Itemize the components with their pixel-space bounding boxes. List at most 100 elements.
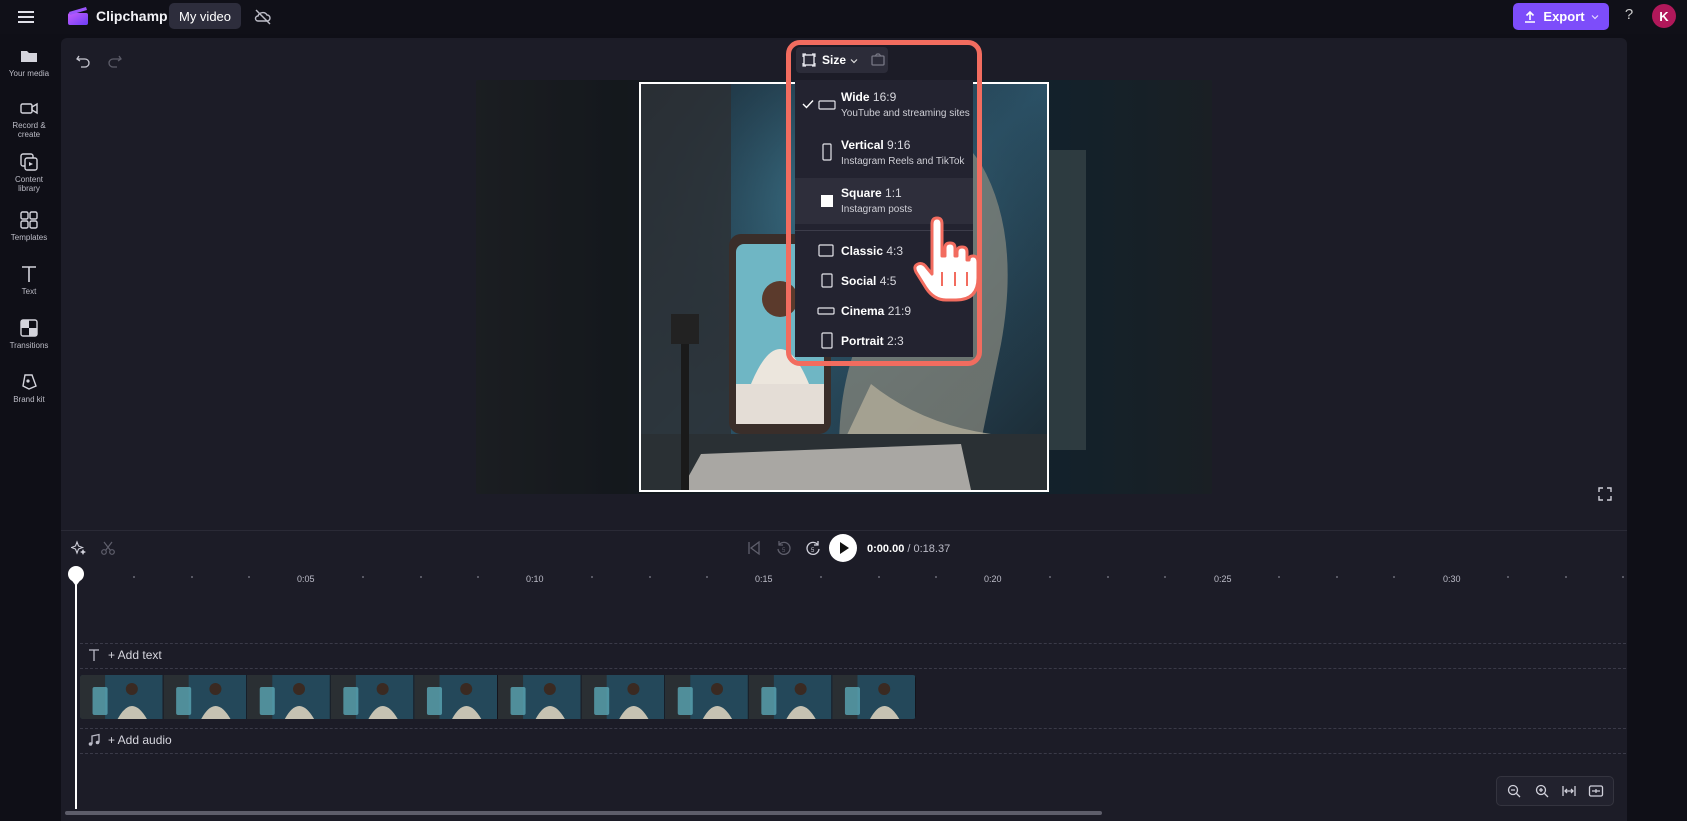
sidebar-item-label: Record & create xyxy=(12,121,46,139)
fit-timeline-icon[interactable] xyxy=(1561,783,1577,799)
clip-thumbnail xyxy=(330,675,415,719)
ruler-tick xyxy=(1621,576,1624,578)
fullscreen-button[interactable] xyxy=(1597,486,1613,502)
skip-back-icon xyxy=(748,540,760,556)
camera-icon xyxy=(20,102,38,115)
forward-5-icon: 5 xyxy=(806,541,820,555)
svg-text:5: 5 xyxy=(782,548,786,554)
ruler-tick xyxy=(419,576,422,578)
ruler-tick xyxy=(648,576,651,578)
ruler-label: 0:10 xyxy=(526,574,544,584)
sidebar-item-label: Text xyxy=(21,287,37,296)
sidebar-item-brand-kit[interactable]: Brand kit xyxy=(0,372,58,404)
forward-5s-button[interactable]: 5 xyxy=(804,539,822,557)
left-sidebar: Your media Record & create Content libra… xyxy=(0,34,58,821)
sidebar-item-your-media[interactable]: Your media xyxy=(0,46,58,78)
sparkle-icon xyxy=(71,540,86,555)
export-label: Export xyxy=(1543,9,1585,24)
redo-button[interactable] xyxy=(106,51,124,69)
ai-magic-button[interactable] xyxy=(71,540,87,556)
add-text-button[interactable]: + Add text xyxy=(108,648,162,662)
sidebar-item-label: Your media xyxy=(8,69,50,78)
redo-icon xyxy=(108,55,122,68)
ruler-tick xyxy=(1106,576,1109,578)
audio-track[interactable] xyxy=(80,728,1626,754)
ruler-tick xyxy=(877,576,880,578)
clip-thumbnail xyxy=(80,675,164,719)
library-icon xyxy=(20,153,38,171)
sidebar-item-label: Transitions xyxy=(9,341,49,350)
ruler-tick xyxy=(190,576,193,578)
project-title[interactable]: My video xyxy=(169,3,241,29)
sidebar-item-label: Brand kit xyxy=(13,395,45,404)
transitions-icon xyxy=(20,319,38,337)
ruler-label: 0:25 xyxy=(1214,574,1232,584)
ruler-tick xyxy=(934,576,937,578)
ruler-label: 0:30 xyxy=(1443,574,1461,584)
sidebar-item-record-create[interactable]: Record & create xyxy=(0,98,58,139)
text-track-icon xyxy=(87,648,101,662)
time-display: 0:00.00 / 0:18.37 xyxy=(867,543,951,555)
add-audio-button[interactable]: + Add audio xyxy=(108,733,172,747)
upload-icon xyxy=(1525,10,1536,23)
sidebar-item-content-library[interactable]: Content library xyxy=(0,152,58,193)
scissors-icon xyxy=(101,541,115,555)
skip-to-start-button[interactable] xyxy=(746,540,762,556)
split-button[interactable] xyxy=(100,540,116,556)
play-button[interactable] xyxy=(829,534,857,562)
ruler-tick xyxy=(705,576,708,578)
timeline-scrollbar[interactable] xyxy=(65,811,1102,815)
avatar[interactable]: K xyxy=(1652,4,1676,28)
hand-pointer-icon xyxy=(912,216,980,304)
highlight-outline xyxy=(786,40,982,366)
export-button[interactable]: Export xyxy=(1513,3,1609,30)
clip-thumbnail xyxy=(414,675,498,719)
ruler-tick xyxy=(476,576,479,578)
ruler-tick xyxy=(1564,576,1567,578)
timeline-divider xyxy=(61,530,1627,531)
clip-thumbnail xyxy=(498,675,582,719)
rewind-5s-button[interactable]: 5 xyxy=(775,539,793,557)
text-track[interactable] xyxy=(80,643,1626,669)
sidebar-item-templates[interactable]: Templates xyxy=(0,210,58,242)
ruler-label: 0:05 xyxy=(297,574,315,584)
hamburger-menu-icon[interactable] xyxy=(14,6,38,28)
app-name: Clipchamp xyxy=(96,8,168,24)
undo-button[interactable] xyxy=(74,51,92,69)
clipchamp-logo-icon xyxy=(66,5,90,27)
rewind-5-icon: 5 xyxy=(777,541,791,555)
video-clip[interactable] xyxy=(80,675,916,719)
timeline-zoom-controls xyxy=(1496,776,1614,806)
playhead[interactable] xyxy=(75,567,77,809)
clip-thumbnail xyxy=(247,675,331,719)
sidebar-item-text[interactable]: Text xyxy=(0,264,58,296)
text-icon xyxy=(22,266,36,282)
zoom-in-icon[interactable] xyxy=(1534,783,1550,799)
svg-text:5: 5 xyxy=(811,548,815,554)
play-icon xyxy=(840,542,849,554)
clip-thumbnail xyxy=(832,675,916,719)
ruler-tick xyxy=(247,576,250,578)
folder-icon xyxy=(21,51,37,62)
templates-icon xyxy=(20,211,38,229)
top-bar: Clipchamp My video Export ? K xyxy=(0,0,1687,34)
current-time: 0:00.00 xyxy=(867,543,905,555)
sidebar-item-label: Templates xyxy=(10,233,48,242)
total-time: 0:18.37 xyxy=(913,543,951,555)
sidebar-item-label: Content library xyxy=(14,175,44,193)
undo-icon xyxy=(76,55,90,68)
clip-thumbnail xyxy=(163,675,248,719)
timeline-view-icon[interactable] xyxy=(1588,783,1604,799)
ruler-tick xyxy=(1392,576,1395,578)
sidebar-item-transitions[interactable]: Transitions xyxy=(0,318,58,350)
cloud-offline-icon[interactable] xyxy=(253,7,273,27)
ruler-label: 0:15 xyxy=(755,574,773,584)
ruler-label: 0:20 xyxy=(984,574,1002,584)
clip-thumbnail xyxy=(665,675,749,719)
chevron-down-icon xyxy=(1591,14,1599,19)
clip-thumbnail xyxy=(581,675,666,719)
brand-kit-icon xyxy=(22,374,37,390)
zoom-out-icon[interactable] xyxy=(1506,783,1522,799)
help-button[interactable]: ? xyxy=(1621,6,1637,23)
ruler-tick xyxy=(1163,576,1166,578)
